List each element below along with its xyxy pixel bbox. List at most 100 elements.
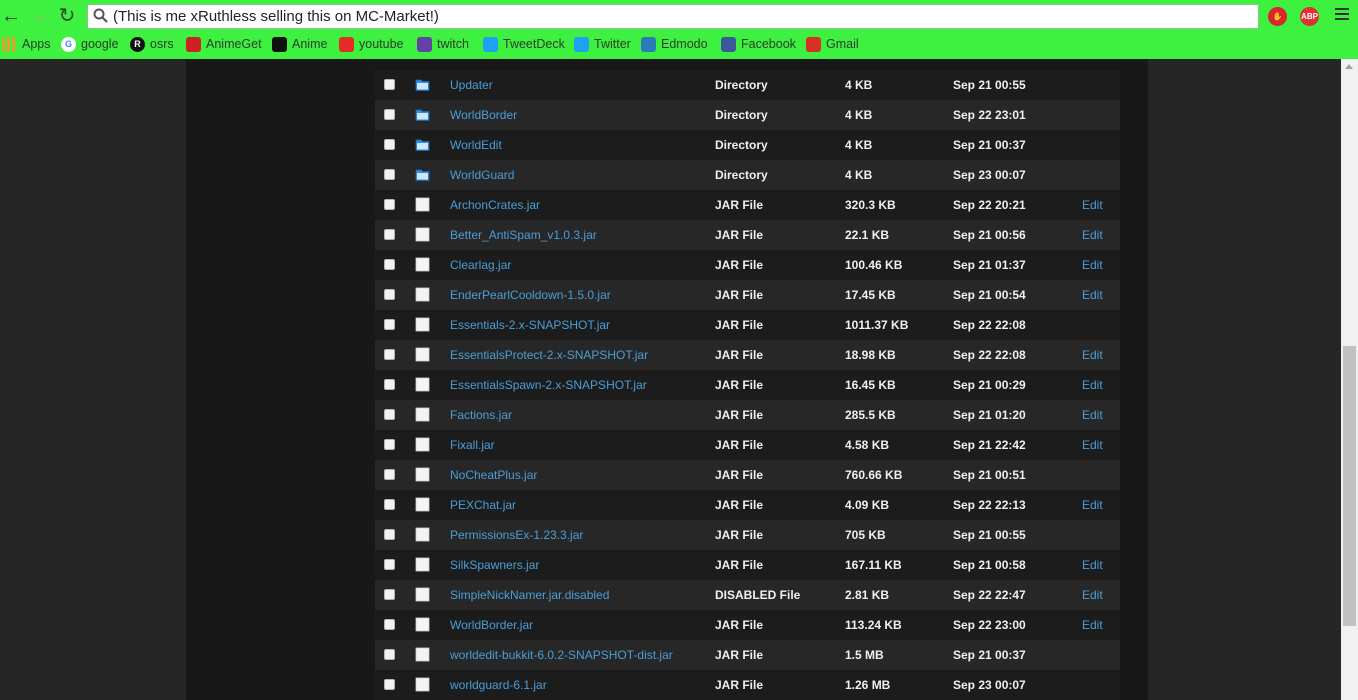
scroll-up-arrow-icon[interactable]	[1345, 64, 1353, 69]
edit-link[interactable]: Edit	[1082, 438, 1103, 452]
bookmark-google[interactable]: Ggoogle	[61, 34, 119, 54]
row-checkbox[interactable]	[384, 229, 395, 240]
file-size: 113.24 KB	[845, 618, 902, 632]
file-name-link[interactable]: Factions.jar	[450, 408, 512, 422]
row-checkbox[interactable]	[384, 289, 395, 300]
edit-link[interactable]: Edit	[1082, 618, 1103, 632]
osrs-icon: R	[130, 36, 145, 52]
table-row: Better_AntiSpam_v1.0.3.jar JAR File 22.1 K…	[375, 220, 1120, 250]
edit-link[interactable]: Edit	[1082, 258, 1103, 272]
file-type: JAR File	[715, 648, 764, 662]
row-checkbox[interactable]	[384, 679, 395, 690]
stop-hand-extension-icon[interactable]: ✋	[1268, 7, 1287, 26]
bookmark-youtube[interactable]: youtube	[339, 34, 403, 54]
row-checkbox[interactable]	[384, 319, 395, 330]
scrollbar-thumb[interactable]	[1343, 346, 1356, 626]
file-name-link[interactable]: SilkSpawners.jar	[450, 558, 539, 572]
forward-arrow-icon[interactable]: →	[27, 5, 49, 27]
row-checkbox[interactable]	[384, 409, 395, 420]
file-name-link[interactable]: worldedit-bukkit-6.0.2-SNAPSHOT-dist.jar	[450, 648, 673, 662]
row-checkbox[interactable]	[384, 199, 395, 210]
hamburger-menu-icon[interactable]	[1335, 8, 1349, 22]
row-checkbox[interactable]	[384, 619, 395, 630]
bookmark-label: AnimeGet	[206, 37, 262, 51]
row-checkbox[interactable]	[384, 589, 395, 600]
bookmark-twitter[interactable]: Twitter	[574, 34, 631, 54]
file-name-link[interactable]: SimpleNickNamer.jar.disabled	[450, 588, 609, 602]
row-checkbox[interactable]	[384, 439, 395, 450]
row-checkbox[interactable]	[384, 79, 395, 90]
row-checkbox[interactable]	[384, 109, 395, 120]
address-bar[interactable]: (This is me xRuthless selling this on MC…	[87, 4, 1259, 29]
edit-link[interactable]: Edit	[1082, 198, 1103, 212]
table-row: SimpleNickNamer.jar.disabled DISABLED Fil…	[375, 580, 1120, 610]
row-checkbox[interactable]	[384, 169, 395, 180]
file-name-link[interactable]: Fixall.jar	[450, 438, 495, 452]
file-name-link[interactable]: NoCheatPlus.jar	[450, 468, 537, 482]
file-type: JAR File	[715, 498, 764, 512]
row-checkbox[interactable]	[384, 349, 395, 360]
bookmark-label: twitch	[437, 37, 469, 51]
file-type: JAR File	[715, 198, 764, 212]
vertical-scrollbar[interactable]	[1341, 59, 1358, 700]
row-checkbox[interactable]	[384, 469, 395, 480]
file-size: 167.11 KB	[845, 558, 902, 572]
bookmark-edmodo[interactable]: Edmodo	[641, 34, 708, 54]
file-name-link[interactable]: EssentialsProtect-2.x-SNAPSHOT.jar	[450, 348, 648, 362]
row-checkbox[interactable]	[384, 259, 395, 270]
table-row: ArchonCrates.jar JAR File 320.3 KB Sep 22 2…	[375, 190, 1120, 220]
file-name-link[interactable]: EnderPearlCooldown-1.5.0.jar	[450, 288, 611, 302]
file-name-link[interactable]: Updater	[450, 78, 493, 92]
bookmark-tweetdeck[interactable]: TweetDeck	[483, 34, 565, 54]
file-icon	[415, 467, 430, 482]
edit-link[interactable]: Edit	[1082, 348, 1103, 362]
row-checkbox[interactable]	[384, 559, 395, 570]
bookmark-gmail[interactable]: Gmail	[806, 34, 859, 54]
edit-link[interactable]: Edit	[1082, 498, 1103, 512]
row-checkbox[interactable]	[384, 139, 395, 150]
reload-icon[interactable]: ↻	[56, 5, 78, 27]
file-name-link[interactable]: Essentials-2.x-SNAPSHOT.jar	[450, 318, 610, 332]
file-type: Directory	[715, 78, 768, 92]
edit-link[interactable]: Edit	[1082, 228, 1103, 242]
bookmark-animeget[interactable]: AnimeGet	[186, 34, 262, 54]
bookmark-twitch[interactable]: twitch	[417, 34, 469, 54]
file-type: JAR File	[715, 438, 764, 452]
file-size: 16.45 KB	[845, 378, 896, 392]
file-name-link[interactable]: Better_AntiSpam_v1.0.3.jar	[450, 228, 597, 242]
back-arrow-icon[interactable]: ←	[0, 5, 22, 27]
bookmark-facebook[interactable]: Facebook	[721, 34, 796, 54]
file-modified-date: Sep 22 22:08	[953, 348, 1026, 362]
row-checkbox[interactable]	[384, 499, 395, 510]
bookmark-osrs[interactable]: Rosrs	[130, 34, 174, 54]
edit-link[interactable]: Edit	[1082, 588, 1103, 602]
file-name-link[interactable]: PEXChat.jar	[450, 498, 516, 512]
file-name-link[interactable]: worldguard-6.1.jar	[450, 678, 547, 692]
file-name-link[interactable]: WorldBorder	[450, 108, 517, 122]
file-name-link[interactable]: PermissionsEx-1.23.3.jar	[450, 528, 583, 542]
row-checkbox[interactable]	[384, 649, 395, 660]
file-name-link[interactable]: EssentialsSpawn-2.x-SNAPSHOT.jar	[450, 378, 647, 392]
file-name-link[interactable]: WorldGuard	[450, 168, 514, 182]
table-row: NoCheatPlus.jar JAR File 760.66 KB Sep 21 0…	[375, 460, 1120, 490]
bookmark-apps[interactable]: Apps	[2, 34, 51, 54]
row-checkbox[interactable]	[384, 529, 395, 540]
file-name-link[interactable]: WorldEdit	[450, 138, 502, 152]
file-modified-date: Sep 22 22:08	[953, 318, 1026, 332]
file-type: Directory	[715, 138, 768, 152]
edit-link[interactable]: Edit	[1082, 408, 1103, 422]
bookmark-anime[interactable]: Anime	[272, 34, 327, 54]
table-row: Updater Directory 4 KB Sep 21 00:55	[375, 70, 1120, 100]
file-name-link[interactable]: WorldBorder.jar	[450, 618, 533, 632]
adblock-plus-extension-icon[interactable]: ABP	[1300, 7, 1319, 26]
row-checkbox[interactable]	[384, 379, 395, 390]
file-icon	[415, 617, 430, 632]
bookmark-label: Anime	[292, 37, 328, 51]
file-name-link[interactable]: Clearlag.jar	[450, 258, 511, 272]
edit-link[interactable]: Edit	[1082, 288, 1103, 302]
file-modified-date: Sep 21 01:20	[953, 408, 1026, 422]
file-name-link[interactable]: ArchonCrates.jar	[450, 198, 540, 212]
edit-link[interactable]: Edit	[1082, 378, 1103, 392]
bookmark-label: Edmodo	[661, 37, 708, 51]
edit-link[interactable]: Edit	[1082, 558, 1103, 572]
